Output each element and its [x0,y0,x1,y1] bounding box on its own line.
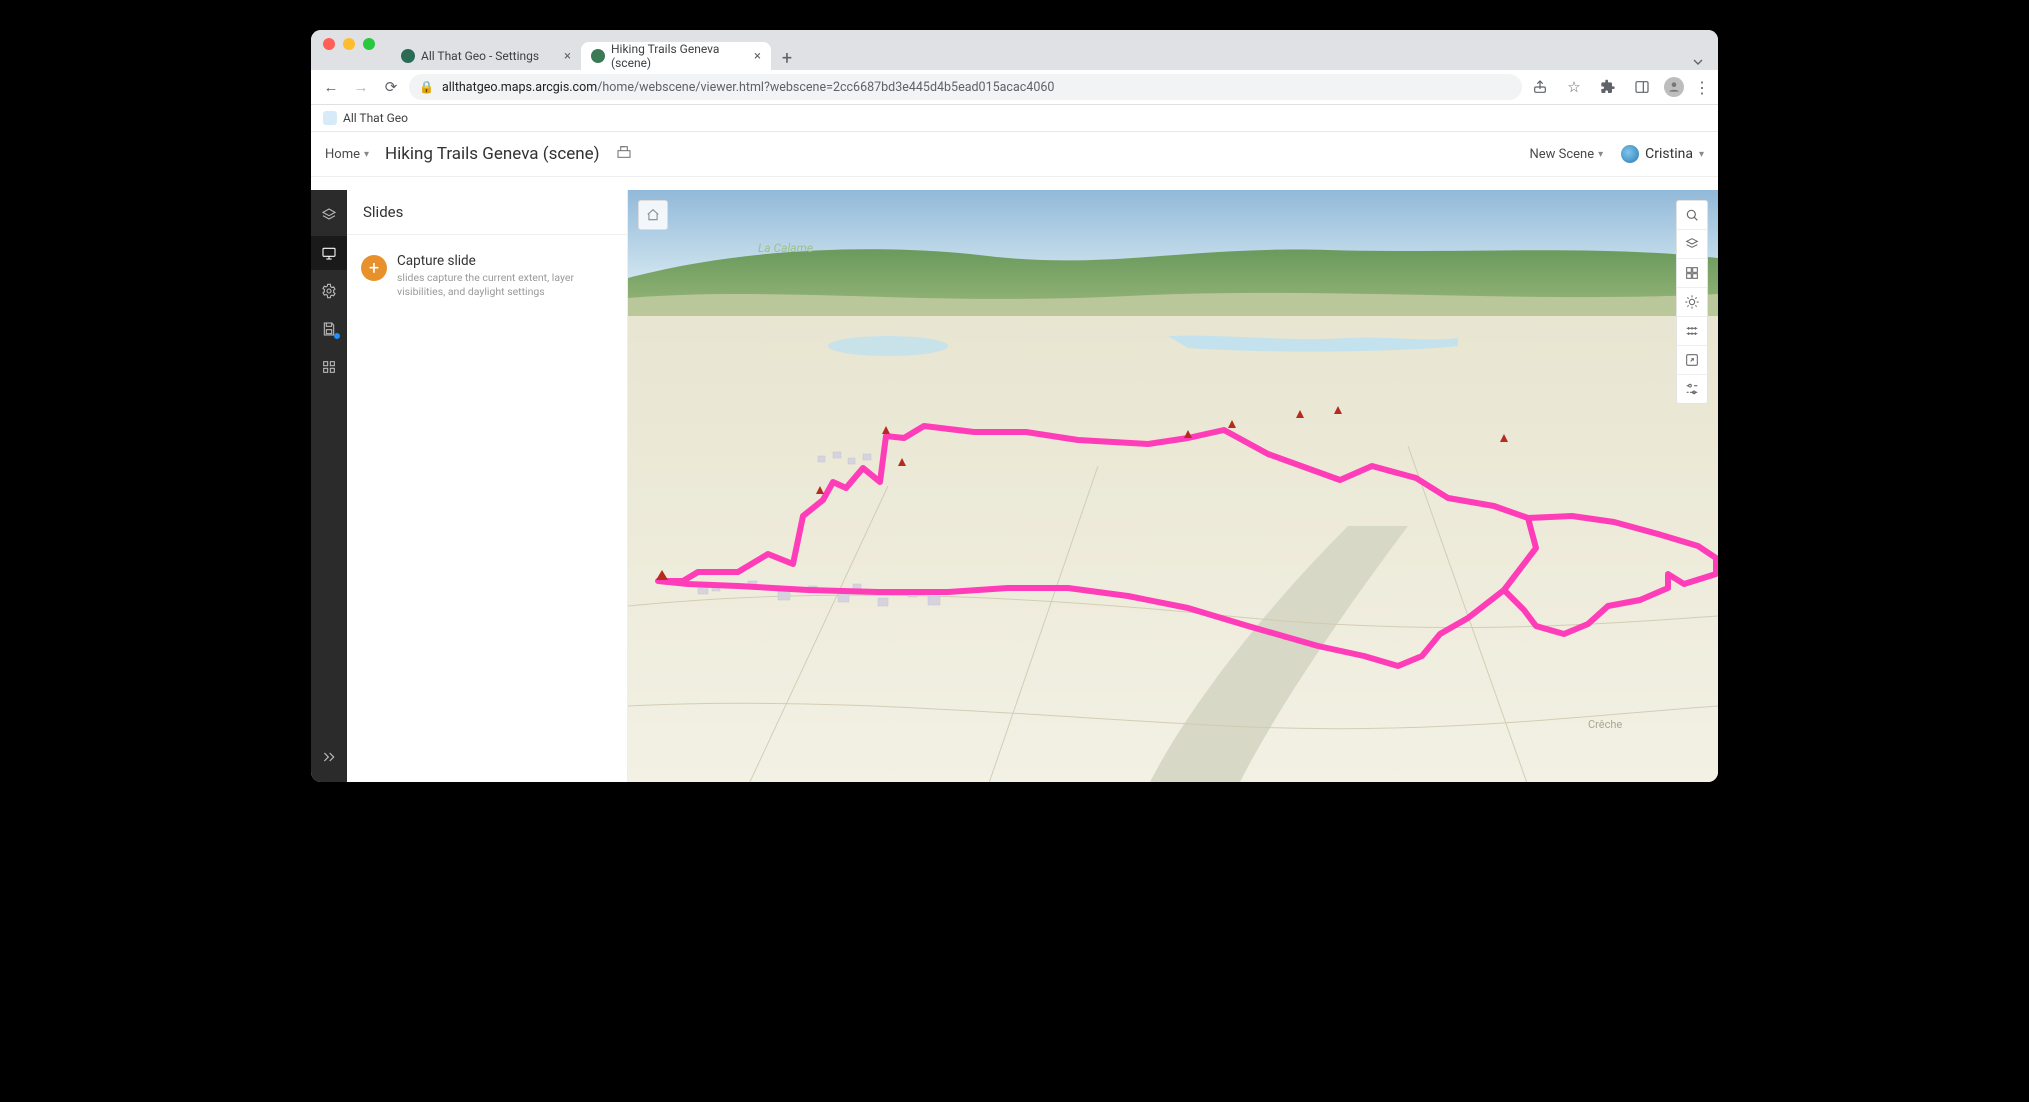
capture-slide-title: Capture slide [397,253,607,269]
bookmark-star-icon[interactable]: ☆ [1562,75,1586,99]
home-label: Home [325,147,360,162]
bookmark-favicon-icon [323,111,337,125]
chevron-down-icon: ▾ [364,149,369,160]
bookmark-link[interactable]: All That Geo [343,111,408,125]
browser-tab-1[interactable]: Hiking Trails Geneva (scene) × [581,42,771,70]
slides-panel: Slides + Capture slide slides capture th… [347,190,628,782]
scene-canvas[interactable]: La Calame [628,190,1718,782]
overflow-menu-icon[interactable]: ⋮ [1694,78,1710,97]
user-name: Cristina [1645,146,1693,162]
address-bar[interactable]: 🔒 allthatgeo.maps.arcgis.com/home/websce… [409,74,1522,100]
home-dropdown[interactable]: Home ▾ [325,147,369,162]
panel-title: Slides [347,190,627,235]
favicon-icon [591,49,605,63]
window-minimize-dot[interactable] [343,38,355,50]
new-tab-button[interactable]: + [775,46,799,70]
side-panel-icon[interactable] [1630,75,1654,99]
rail-save-icon[interactable] [311,312,347,346]
browser-window: All That Geo - Settings × Hiking Trails … [311,30,1718,782]
url-host: allthatgeo.maps.arcgis.com [442,80,597,95]
tool-daylight-icon[interactable] [1677,287,1707,316]
tabstrip-chevron-icon[interactable] [1678,54,1718,70]
url-path: /home/webscene/viewer.html?webscene=2cc6… [597,80,1054,95]
profile-avatar-icon[interactable] [1664,77,1684,97]
nav-reload-button[interactable]: ⟳ [379,75,403,99]
user-menu[interactable]: Cristina ▾ [1621,145,1704,163]
window-close-dot[interactable] [323,38,335,50]
user-avatar-icon [1621,145,1639,163]
browser-toolbar: ← → ⟳ 🔒 allthatgeo.maps.arcgis.com/home/… [311,70,1718,105]
chevron-down-icon: ▾ [1699,149,1704,160]
tab-title: Hiking Trails Geneva (scene) [611,42,748,70]
rail-collapse-icon[interactable] [311,740,347,774]
tool-search-icon[interactable] [1677,201,1707,229]
tool-layers-icon[interactable] [1677,229,1707,258]
capture-slide-button[interactable]: + [361,255,387,281]
tool-measure-icon[interactable] [1677,316,1707,345]
terrain-label: La Calame [758,241,813,255]
home-view-button[interactable] [638,200,668,230]
browser-tab-0[interactable]: All That Geo - Settings × [391,42,581,70]
rail-layers-icon[interactable] [311,198,347,232]
extensions-icon[interactable] [1596,75,1620,99]
scene-view[interactable]: La Calame [628,190,1718,782]
tab-close-icon[interactable]: × [564,49,571,64]
bookmarks-bar: All That Geo [311,105,1718,132]
scene-title: Hiking Trails Geneva (scene) [385,144,600,164]
scene-tools [1676,200,1708,404]
capture-slide-text[interactable]: Capture slide slides capture the current… [397,253,607,299]
tool-basemap-icon[interactable] [1677,258,1707,287]
tab-title: All That Geo - Settings [421,49,539,63]
nav-forward-button[interactable]: → [349,75,373,99]
save-scene-icon[interactable] [616,144,632,164]
lock-icon: 🔒 [419,80,434,94]
window-zoom-dot[interactable] [363,38,375,50]
tool-share-icon[interactable] [1677,345,1707,374]
new-scene-dropdown[interactable]: New Scene ▾ [1529,147,1603,162]
rail-present-icon[interactable] [311,236,347,270]
app-header: Home ▾ Hiking Trails Geneva (scene) New … [311,132,1718,177]
tabstrip: All That Geo - Settings × Hiking Trails … [311,30,1718,70]
unsaved-badge [334,333,340,339]
nav-back-button[interactable]: ← [319,75,343,99]
tab-close-icon[interactable]: × [754,49,761,64]
favicon-icon [401,49,415,63]
new-scene-label: New Scene [1529,147,1594,162]
left-rail [311,190,347,782]
share-icon[interactable] [1528,75,1552,99]
chevron-down-icon: ▾ [1598,149,1603,160]
place-label: Crêche [1588,718,1622,731]
rail-settings-icon[interactable] [311,274,347,308]
rail-apps-icon[interactable] [311,350,347,384]
capture-slide-sub: slides capture the current extent, layer… [397,271,607,299]
tool-settings-icon[interactable] [1677,374,1707,403]
